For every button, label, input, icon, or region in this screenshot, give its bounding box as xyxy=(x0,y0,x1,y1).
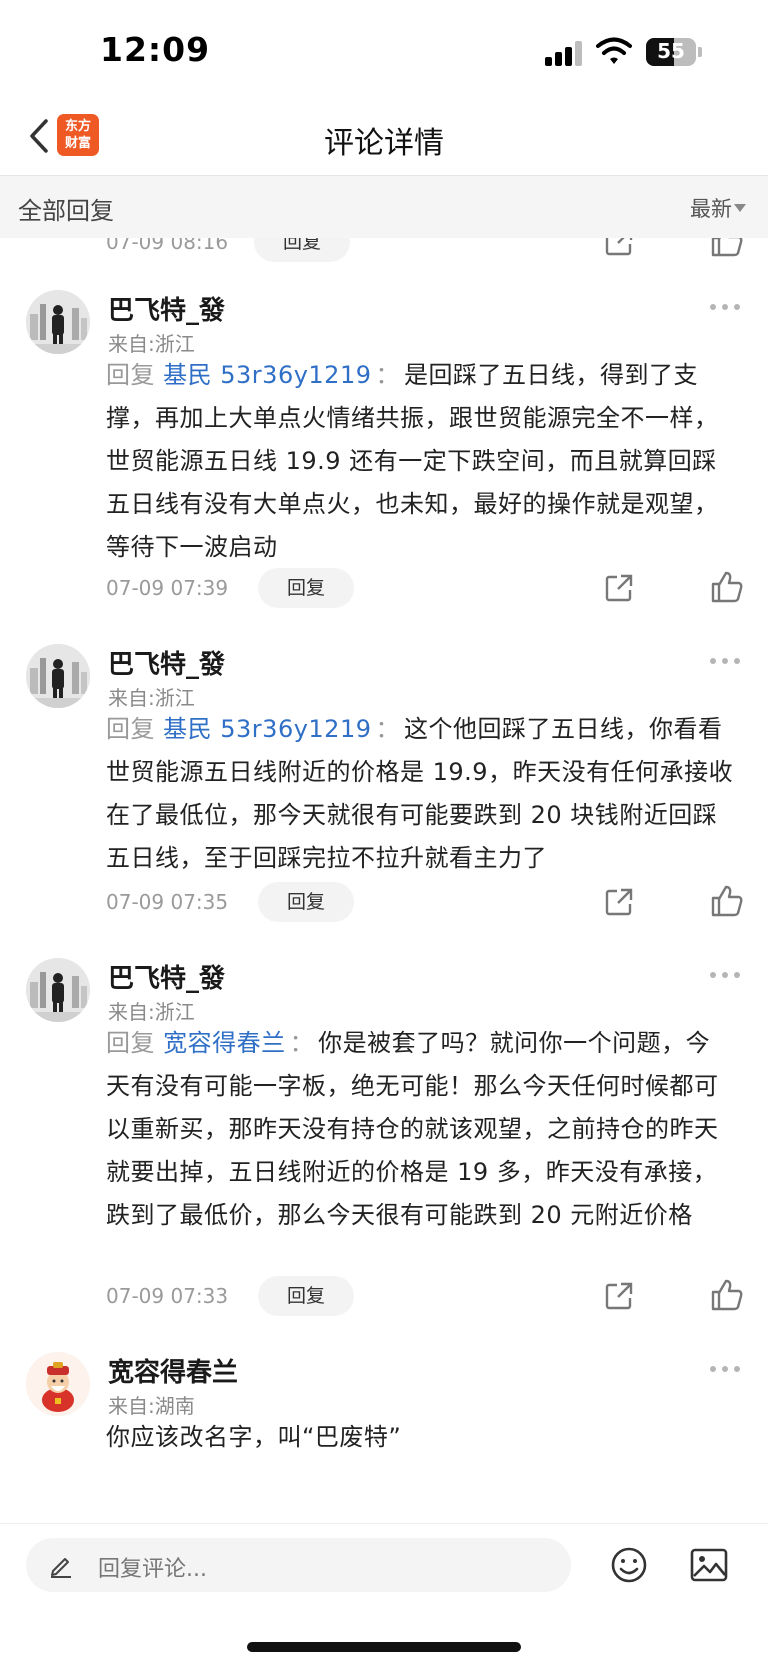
comment-text: 你应该改名字，叫“巴废特” xyxy=(106,1416,734,1459)
thumbs-up-icon[interactable] xyxy=(710,570,744,604)
share-icon[interactable] xyxy=(603,238,635,258)
more-options-icon[interactable] xyxy=(710,972,740,980)
comment-username[interactable]: 巴飞特_發 xyxy=(108,958,225,995)
comment-location: 来自:浙江 xyxy=(108,332,195,356)
image-icon[interactable] xyxy=(690,1548,728,1582)
thumbs-up-icon[interactable] xyxy=(710,884,744,918)
reply-button[interactable]: 回复 xyxy=(254,238,350,262)
reply-button[interactable]: 回复 xyxy=(258,1276,354,1316)
comment-username[interactable]: 宽容得春兰 xyxy=(108,1352,238,1389)
reply-button[interactable]: 回复 xyxy=(258,882,354,922)
comment-meta-row: 07-09 07:33 回复 xyxy=(106,1276,746,1320)
share-icon[interactable] xyxy=(603,1280,635,1312)
sort-dropdown[interactable]: 最新 xyxy=(690,193,732,223)
more-options-icon[interactable] xyxy=(710,658,740,666)
reply-button[interactable]: 回复 xyxy=(258,568,354,608)
battery-level: 55 xyxy=(657,39,685,63)
comment-date: 07-09 07:39 xyxy=(106,576,229,600)
comment-meta-row: 07-09 07:39 回复 xyxy=(106,568,746,612)
avatar-fortune-god-image xyxy=(26,1352,90,1416)
avatar[interactable] xyxy=(26,958,90,1022)
reply-prefix: 回复 xyxy=(106,1029,155,1057)
comment-location: 来自:湖南 xyxy=(108,1394,195,1418)
comment-date: 07-09 07:35 xyxy=(106,890,229,914)
mention-link[interactable]: 基民 53r36y1219 xyxy=(163,361,371,389)
home-indicator xyxy=(247,1642,521,1652)
avatar-figure-image xyxy=(26,644,90,708)
comment-list[interactable]: 07-09 08:16 回复 巴飞特_發 来自:浙江 回复 基民 53r36y1… xyxy=(0,238,768,1523)
reply-input-placeholder: 回复评论... xyxy=(98,1557,207,1582)
comment-location: 来自:浙江 xyxy=(108,686,195,710)
reply-input[interactable]: 回复评论... xyxy=(26,1538,571,1592)
page-title: 评论详情 xyxy=(324,126,444,161)
comment-date: 07-09 07:33 xyxy=(106,1284,229,1308)
share-icon[interactable] xyxy=(603,886,635,918)
avatar-figure-image xyxy=(26,958,90,1022)
mention-link[interactable]: 宽容得春兰 xyxy=(163,1029,286,1057)
comment-text: 回复 基民 53r36y1219：这个他回踩了五日线，你看看世贸能源五日线附近的… xyxy=(106,708,734,880)
comment-text: 回复 宽容得春兰：你是被套了吗？就问你一个问题，今天有没有可能一字板，绝无可能！… xyxy=(106,1022,734,1237)
reply-prefix: 回复 xyxy=(106,361,155,389)
caret-down-icon[interactable] xyxy=(734,204,746,212)
comment-meta-row: 07-09 08:16 回复 xyxy=(106,238,746,266)
avatar-figure-image xyxy=(26,290,90,354)
reply-colon: ： xyxy=(375,715,400,743)
share-icon[interactable] xyxy=(603,572,635,604)
reply-colon: ： xyxy=(289,1029,315,1057)
thumbs-up-icon[interactable] xyxy=(710,238,744,258)
all-replies-label: 全部回复 xyxy=(18,197,114,225)
comment-date: 07-09 08:16 xyxy=(106,238,229,254)
battery-icon: 55 xyxy=(646,38,696,66)
thumbs-up-icon[interactable] xyxy=(710,1278,744,1312)
status-bar: 12:09 55 xyxy=(0,0,768,100)
mention-link[interactable]: 基民 53r36y1219 xyxy=(163,715,371,743)
wifi-icon xyxy=(596,37,632,64)
comment-username[interactable]: 巴飞特_發 xyxy=(108,290,225,327)
comment-location: 来自:浙江 xyxy=(108,1000,195,1024)
comment-body: 是回踩了五日线，得到了支撑，再加上大单点火情绪共振，跟世贸能源完全不一样，世贸能… xyxy=(106,361,719,561)
avatar[interactable] xyxy=(26,1352,90,1416)
comment-body: 你是被套了吗？就问你一个问题，今天有没有可能一字板，绝无可能！那么今天任何时候都… xyxy=(106,1029,719,1229)
battery-tip xyxy=(698,47,702,57)
nav-bar: 东方 财富 评论详情 xyxy=(0,100,768,176)
avatar[interactable] xyxy=(26,290,90,354)
bottom-bar: 回复评论... xyxy=(0,1523,768,1666)
reply-colon: ： xyxy=(375,361,400,389)
more-options-icon[interactable] xyxy=(710,1366,740,1374)
replies-header: 全部回复 最新 xyxy=(0,176,768,238)
comment-body: 你应该改名字，叫“巴废特” xyxy=(106,1423,402,1451)
comment-meta-row: 07-09 07:35 回复 xyxy=(106,882,746,926)
avatar[interactable] xyxy=(26,644,90,708)
reply-prefix: 回复 xyxy=(106,715,155,743)
comment-username[interactable]: 巴飞特_發 xyxy=(108,644,225,681)
more-options-icon[interactable] xyxy=(710,304,740,312)
cellular-signal-icon xyxy=(545,40,585,66)
status-time: 12:09 xyxy=(100,30,211,69)
pencil-icon xyxy=(51,1558,71,1578)
emoji-icon[interactable] xyxy=(610,1546,648,1584)
comment-text: 回复 基民 53r36y1219：是回踩了五日线，得到了支撑，再加上大单点火情绪… xyxy=(106,354,734,569)
